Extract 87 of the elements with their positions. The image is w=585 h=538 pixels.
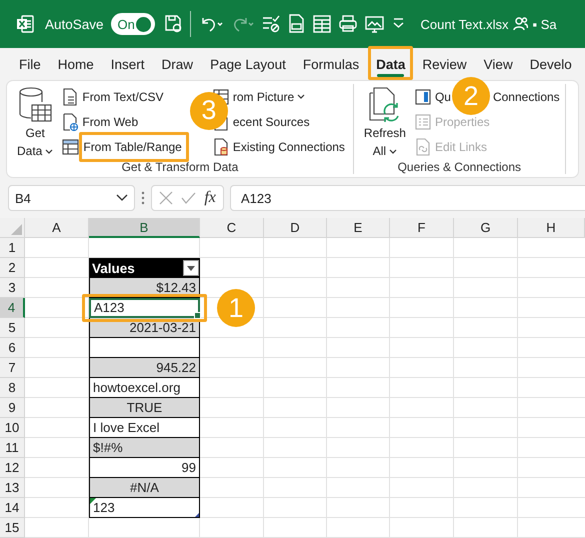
document-icon <box>62 88 78 106</box>
more-icon[interactable] <box>141 191 145 205</box>
panel-icon <box>414 88 431 104</box>
row-header[interactable]: 6 <box>0 338 25 358</box>
globe-document-icon <box>62 112 78 130</box>
table-cell[interactable] <box>89 338 200 358</box>
column-header[interactable]: G <box>454 218 518 238</box>
dropdown-icon <box>187 266 195 270</box>
ribbon-button: Edit Links <box>434 136 490 158</box>
column-header[interactable]: C <box>200 218 264 238</box>
database-icon <box>17 86 54 124</box>
list-icon <box>414 114 431 130</box>
table-cell[interactable]: howtoexcel.org <box>89 378 200 398</box>
table-header: Values <box>92 260 135 276</box>
table-cell[interactable]: TRUE <box>89 398 200 418</box>
ribbon-tab[interactable]: Data <box>369 50 412 78</box>
column-header[interactable]: A <box>25 218 89 238</box>
ribbon-tab[interactable]: Home <box>50 50 101 78</box>
table-cell[interactable]: I love Excel <box>89 418 200 438</box>
table-cell[interactable]: $!#% <box>89 438 200 458</box>
check-icon[interactable] <box>181 192 196 204</box>
button-label[interactable]: Connections <box>492 90 560 104</box>
column-header[interactable]: D <box>264 218 327 238</box>
row-header[interactable]: 12 <box>0 458 25 478</box>
column-header[interactable]: F <box>390 218 454 238</box>
name-box[interactable]: B4 <box>8 185 135 211</box>
filter-button[interactable] <box>183 260 199 276</box>
row-header[interactable]: 4 <box>0 298 25 318</box>
file-name: Count Text.xlsx <box>420 16 508 32</box>
account-name[interactable]: ▪ Sa <box>532 16 557 32</box>
ribbon-tab[interactable]: View <box>476 50 520 78</box>
ribbon-tab[interactable]: Draw <box>154 50 200 78</box>
ribbon-button[interactable]: Get Data <box>12 84 58 160</box>
group-label: Queries & Connections <box>396 160 522 175</box>
column-header[interactable]: E <box>327 218 390 238</box>
table-icon <box>62 138 80 154</box>
row-header[interactable]: 2 <box>0 258 25 278</box>
ribbon-button[interactable]: rom Picture <box>232 86 308 108</box>
ribbon-tab[interactable]: Review <box>415 50 474 78</box>
insert-function-button[interactable]: fx <box>204 189 216 207</box>
excel-logo-icon <box>16 15 34 33</box>
database-document-icon <box>212 138 229 156</box>
chevron-down-icon[interactable] <box>116 194 128 202</box>
group-label: Get & Transform Data <box>120 160 240 175</box>
document-icon[interactable] <box>286 14 305 34</box>
people-icon[interactable] <box>513 16 528 32</box>
column-header[interactable]: B <box>89 218 200 238</box>
row-header[interactable]: 1 <box>0 238 25 258</box>
screen-icon[interactable] <box>364 14 384 34</box>
autosave-label: AutoSave <box>45 16 104 32</box>
ribbon-button[interactable]: Refresh All <box>358 84 411 160</box>
ribbon-tab[interactable]: Develo <box>522 50 579 78</box>
table-cell[interactable]: A123 <box>89 298 200 318</box>
formula-field[interactable]: A123 <box>230 185 585 211</box>
row-header[interactable]: 9 <box>0 398 25 418</box>
row-header[interactable]: 10 <box>0 418 25 438</box>
resize-handle-icon[interactable] <box>195 513 199 517</box>
ribbon-tab[interactable]: Insert <box>104 50 152 78</box>
autosave-toggle[interactable]: On <box>110 13 155 35</box>
row-header[interactable]: 15 <box>0 518 25 538</box>
ribbon-tab[interactable]: Formulas <box>296 50 366 78</box>
table-cell[interactable]: 123 <box>89 498 200 518</box>
row-header[interactable]: 11 <box>0 438 25 458</box>
row-header[interactable]: 14 <box>0 498 25 518</box>
table-cell[interactable]: 945.22 <box>89 358 200 378</box>
row-header[interactable]: 13 <box>0 478 25 498</box>
ribbon-button[interactable]: ecent Sources <box>232 110 313 132</box>
table-cell[interactable]: 99 <box>89 458 200 478</box>
ribbon-tab[interactable]: Page Layout <box>203 50 293 78</box>
ribbon-button[interactable]: From Web <box>82 110 142 132</box>
fill-handle[interactable] <box>194 312 201 319</box>
row-header[interactable]: 5 <box>0 318 25 338</box>
save-icon[interactable] <box>164 14 182 34</box>
ribbon-button[interactable]: Existing Connections <box>232 136 348 158</box>
column-header[interactable]: H <box>518 218 585 238</box>
printer-icon[interactable] <box>338 14 357 34</box>
row-header[interactable]: 7 <box>0 358 25 378</box>
form-icon[interactable] <box>312 14 331 34</box>
table-cell[interactable]: #N/A <box>89 478 200 498</box>
checklist-icon[interactable] <box>260 14 280 34</box>
row-header[interactable]: 8 <box>0 378 25 398</box>
ribbon-button[interactable]: From Table/Range <box>83 136 185 158</box>
ribbon-tab[interactable]: File <box>12 50 48 78</box>
row-header[interactable]: 3 <box>0 278 25 298</box>
ribbon-button[interactable]: From Text/CSV <box>82 86 166 108</box>
button-label[interactable]: Qu <box>434 90 451 104</box>
chain-document-icon <box>414 138 431 156</box>
